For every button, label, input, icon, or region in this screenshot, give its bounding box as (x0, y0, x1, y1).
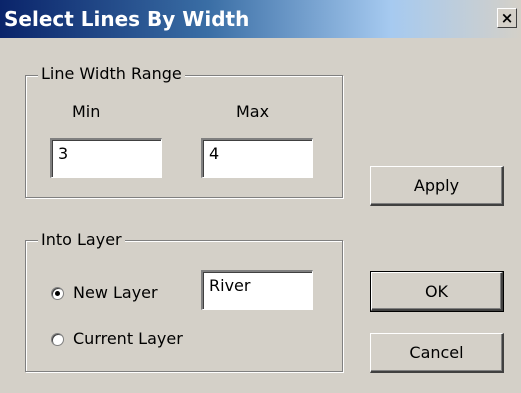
window-title: Select Lines By Width (4, 7, 250, 31)
ok-button[interactable]: OK (370, 271, 504, 312)
current-layer-radio[interactable]: Current Layer (51, 329, 183, 349)
radio-unselected-icon[interactable] (51, 332, 64, 346)
new-layer-radio[interactable]: New Layer (51, 283, 158, 303)
min-width-input[interactable]: 3 (50, 138, 162, 178)
current-layer-radio-label: Current Layer (73, 329, 183, 348)
line-width-range-legend: Line Width Range (38, 65, 185, 83)
max-label: Max (236, 102, 270, 121)
close-button[interactable]: × (497, 8, 517, 28)
line-width-range-group (25, 75, 343, 198)
max-width-input[interactable]: 4 (201, 138, 313, 178)
new-layer-radio-label: New Layer (73, 283, 158, 302)
min-label: Min (72, 102, 101, 121)
title-bar[interactable]: Select Lines By Width × (0, 0, 521, 38)
close-icon: × (500, 8, 514, 27)
apply-button[interactable]: Apply (370, 166, 504, 206)
into-layer-legend: Into Layer (38, 231, 125, 249)
select-lines-by-width-dialog: Select Lines By Width × Line Width Range… (0, 0, 521, 393)
new-layer-name-input[interactable]: River (201, 270, 313, 310)
radio-selected-icon[interactable] (51, 286, 64, 300)
cancel-button[interactable]: Cancel (370, 333, 504, 373)
